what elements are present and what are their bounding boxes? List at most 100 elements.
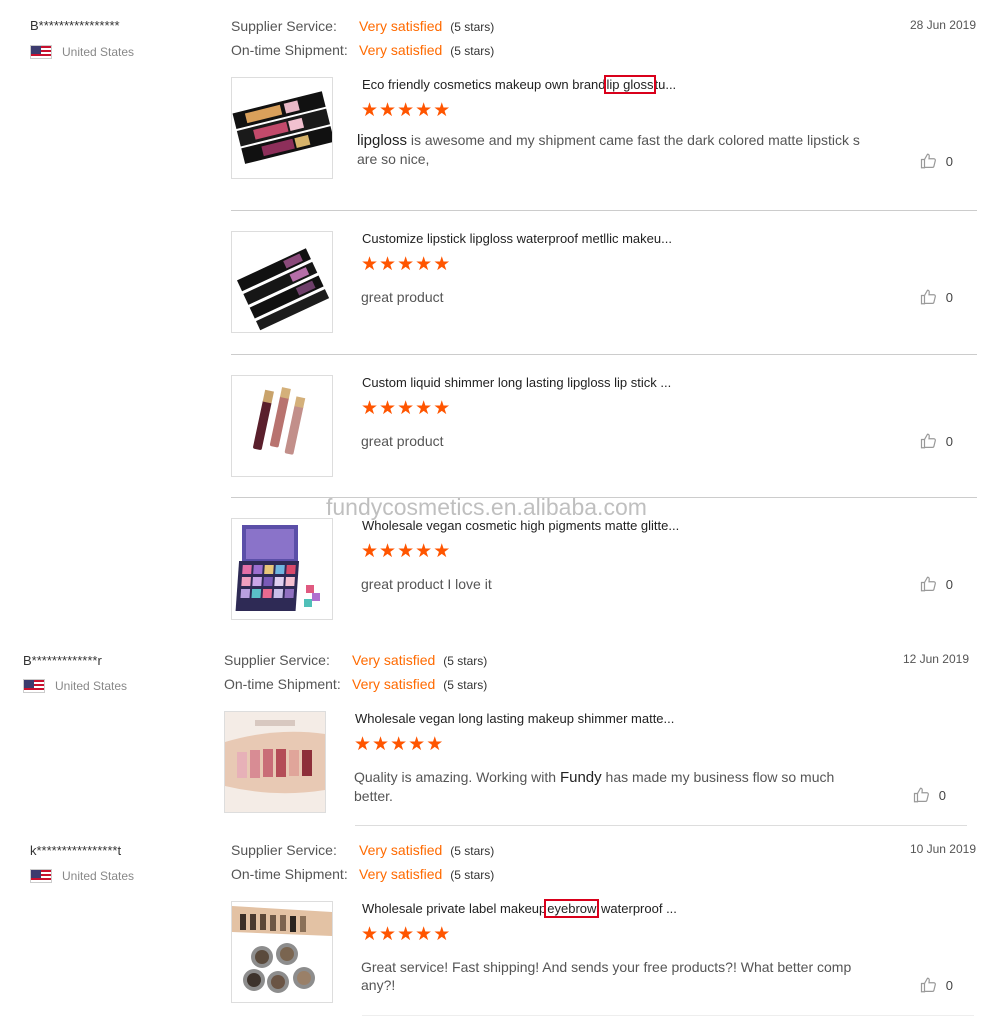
supplier-service-rating: Supplier Service: Very satisfied (5 star…	[231, 18, 494, 34]
item-star-rating: ★ ★ ★ ★ ★	[361, 255, 450, 275]
star-icon: ★	[361, 398, 379, 419]
like-button[interactable]: 0	[920, 575, 953, 593]
star-icon: ★	[372, 734, 390, 755]
item-star-rating: ★ ★ ★ ★ ★	[361, 101, 450, 121]
ontime-shipment-rating: On-time Shipment: Very satisfied (5 star…	[231, 866, 494, 882]
highlighted-keyword: eyebrow	[544, 899, 600, 918]
reviewer-name: B****************	[30, 18, 120, 33]
item-star-rating: ★ ★ ★ ★ ★	[361, 399, 450, 419]
star-icon: ★	[397, 924, 415, 945]
supplier-service-label: Supplier Service:	[231, 18, 337, 34]
supplier-service-label: Supplier Service:	[224, 652, 330, 668]
product-title[interactable]: Wholesale private label makeupeyebrow wa…	[362, 899, 677, 918]
supplier-service-value: Very satisfied	[352, 652, 436, 668]
item-star-rating: ★ ★ ★ ★ ★	[361, 542, 450, 562]
star-icon: ★	[397, 398, 415, 419]
review-comment: great product	[361, 289, 444, 305]
review-item: Wholesale vegan long lasting makeup shim…	[224, 711, 970, 813]
star-icon: ★	[361, 541, 379, 562]
product-title[interactable]: Wholesale vegan long lasting makeup shim…	[355, 711, 674, 726]
star-icon: ★	[415, 924, 433, 945]
us-flag-icon	[23, 679, 45, 693]
star-icon: ★	[361, 254, 379, 275]
us-flag-icon	[30, 45, 52, 59]
star-icon: ★	[408, 734, 426, 755]
star-icon: ★	[361, 924, 379, 945]
us-flag-icon	[30, 869, 52, 883]
supplier-service-rating: Supplier Service: Very satisfied (5 star…	[224, 652, 487, 668]
product-title[interactable]: Custom liquid shimmer long lasting lipgl…	[362, 375, 671, 390]
ontime-shipment-stars: (5 stars)	[450, 44, 495, 58]
like-button[interactable]: 0	[920, 152, 953, 170]
watermark-text: fundycosmetics.en.alibaba.com	[326, 494, 647, 520]
reviewer-country: United States	[30, 869, 134, 883]
star-icon: ★	[433, 541, 451, 562]
star-icon: ★	[415, 254, 433, 275]
divider	[362, 1015, 974, 1016]
like-count: 0	[938, 787, 946, 803]
like-count: 0	[945, 289, 953, 305]
product-title[interactable]: Customize lipstick lipgloss waterproof m…	[362, 231, 672, 246]
thumbs-up-icon	[920, 433, 936, 449]
star-icon: ★	[397, 100, 415, 121]
review-item: Wholesale private label makeupeyebrow wa…	[231, 899, 977, 1003]
product-thumbnail[interactable]	[231, 231, 333, 333]
ontime-shipment-value: Very satisfied	[352, 676, 436, 692]
divider	[231, 210, 977, 211]
star-icon: ★	[397, 541, 415, 562]
item-star-rating: ★ ★ ★ ★ ★	[354, 735, 443, 755]
supplier-service-value: Very satisfied	[359, 842, 443, 858]
review-comment: Great service! Fast shipping! And sends …	[361, 959, 852, 993]
thumbs-up-icon	[913, 787, 929, 803]
like-button[interactable]: 0	[920, 976, 953, 994]
review-comment: great product I love it	[361, 576, 492, 592]
star-icon: ★	[415, 398, 433, 419]
ontime-shipment-label: On-time Shipment:	[231, 866, 348, 882]
star-icon: ★	[379, 541, 397, 562]
star-icon: ★	[354, 734, 372, 755]
ontime-shipment-label: On-time Shipment:	[224, 676, 341, 692]
country-label: United States	[62, 45, 135, 59]
product-thumbnail[interactable]	[231, 375, 333, 477]
divider	[355, 825, 967, 826]
product-thumbnail[interactable]	[231, 77, 333, 179]
star-icon: ★	[390, 734, 408, 755]
item-star-rating: ★ ★ ★ ★ ★	[361, 925, 450, 945]
star-icon: ★	[426, 734, 444, 755]
review-comment: great product	[361, 433, 444, 449]
ontime-shipment-value: Very satisfied	[359, 866, 443, 882]
product-thumbnail[interactable]	[224, 711, 326, 813]
country-label: United States	[55, 679, 128, 693]
star-icon: ★	[379, 100, 397, 121]
star-icon: ★	[433, 254, 451, 275]
thumbs-up-icon	[920, 576, 936, 592]
review-item: Wholesale vegan cosmetic high pigments m…	[231, 518, 977, 620]
supplier-service-stars: (5 stars)	[450, 844, 495, 858]
like-count: 0	[945, 433, 953, 449]
star-icon: ★	[379, 924, 397, 945]
star-icon: ★	[433, 924, 451, 945]
star-icon: ★	[415, 541, 433, 562]
product-thumbnail[interactable]	[231, 518, 333, 620]
ontime-shipment-label: On-time Shipment:	[231, 42, 348, 58]
supplier-service-value: Very satisfied	[359, 18, 443, 34]
country-label: United States	[62, 869, 135, 883]
ontime-shipment-value: Very satisfied	[359, 42, 443, 58]
divider	[231, 354, 977, 355]
supplier-service-stars: (5 stars)	[450, 20, 495, 34]
highlighted-keyword: lip gloss	[603, 75, 657, 94]
reviewer-name: k****************t	[30, 843, 122, 858]
thumbs-up-icon	[920, 289, 936, 305]
like-button[interactable]: 0	[913, 786, 946, 804]
product-thumbnail[interactable]	[231, 901, 333, 1003]
like-button[interactable]: 0	[920, 432, 953, 450]
review-date: 12 Jun 2019	[902, 652, 969, 666]
star-icon: ★	[433, 100, 451, 121]
like-button[interactable]: 0	[920, 288, 953, 306]
like-count: 0	[945, 153, 953, 169]
supplier-service-stars: (5 stars)	[443, 654, 488, 668]
review-date: 10 Jun 2019	[909, 842, 976, 856]
review-date: 28 Jun 2019	[909, 18, 976, 32]
product-title[interactable]: Eco friendly cosmetics makeup own brandl…	[362, 75, 676, 94]
review-comment: Quality is amazing. Working with Fundy h…	[354, 769, 835, 804]
